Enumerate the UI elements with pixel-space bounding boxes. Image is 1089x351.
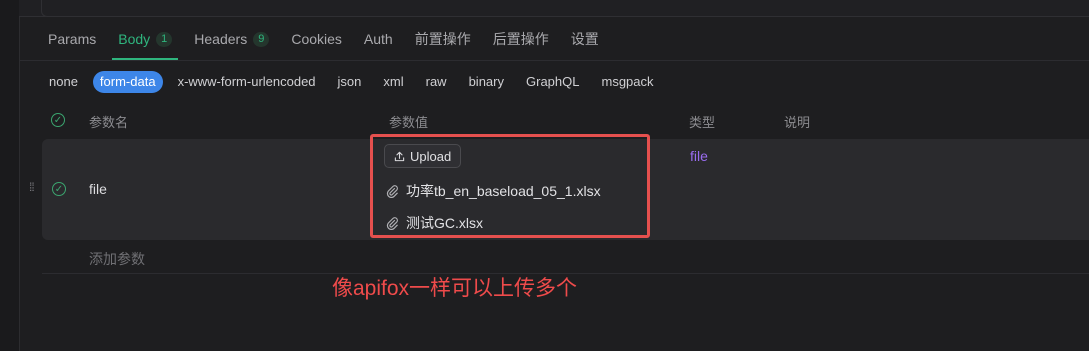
count-badge: 9	[253, 31, 270, 47]
tab-auth[interactable]: Auth	[364, 18, 393, 60]
tab-label: 前置操作	[414, 31, 471, 47]
tab-label: Params	[48, 31, 97, 47]
body-type-xml[interactable]: xml	[376, 71, 410, 93]
tab-params[interactable]: Params	[48, 18, 96, 60]
param-type-select[interactable]: file	[690, 148, 708, 164]
file-name: 测试GC.xlsx	[406, 215, 483, 231]
file-name: 功率tb_en_baseload_05_1.xlsx	[406, 183, 601, 199]
body-type-form-data[interactable]: form-data	[92, 71, 163, 93]
drag-handle-icon[interactable]: ⁞⁞	[29, 181, 35, 193]
tab-pre-request[interactable]: 前置操作	[415, 18, 471, 60]
tab-settings[interactable]: 设置	[571, 18, 599, 60]
upload-button-label: Upload	[410, 148, 452, 164]
tab-label: Cookies	[291, 31, 342, 47]
upload-icon	[394, 151, 405, 161]
body-type-selector: none form-data x-www-form-urlencoded jso…	[42, 71, 669, 93]
left-gutter	[0, 0, 20, 351]
table-row: ✓ file Upload 功率tb_en_baseload_05_1.xlsx…	[42, 139, 1089, 240]
count-badge: 1	[156, 31, 173, 47]
tab-body[interactable]: Body 1	[112, 18, 179, 60]
body-type-raw[interactable]: raw	[419, 71, 454, 93]
tab-post-request[interactable]: 后置操作	[493, 18, 549, 60]
body-type-binary[interactable]: binary	[462, 71, 511, 93]
uploaded-file-item[interactable]: 测试GC.xlsx	[386, 213, 483, 233]
column-header-name: 参数名	[89, 115, 129, 130]
tab-label: 后置操作	[492, 31, 549, 47]
column-header-description: 说明	[784, 115, 811, 130]
tab-label: 设置	[570, 31, 599, 47]
uploaded-file-item[interactable]: 功率tb_en_baseload_05_1.xlsx	[386, 181, 601, 201]
param-name-field[interactable]: file	[89, 181, 107, 197]
column-header-value: 参数值	[389, 115, 429, 130]
url-bar-area	[19, 0, 1089, 17]
column-header-type: 类型	[689, 115, 716, 130]
param-value-cell: Upload 功率tb_en_baseload_05_1.xlsx 测试GC.x…	[384, 143, 650, 237]
body-type-graphql[interactable]: GraphQL	[519, 71, 586, 93]
params-table-header: ✓ 参数名 参数值 类型 说明	[42, 103, 1089, 137]
request-tabs: Params Body 1 Headers 9 Cookies Auth 前置操作 …	[48, 18, 621, 60]
body-type-json[interactable]: json	[331, 71, 369, 93]
add-param-row[interactable]: 添加参数	[89, 249, 145, 269]
tab-label: Auth	[363, 31, 393, 47]
select-all-checkbox[interactable]: ✓	[51, 113, 65, 127]
tab-headers[interactable]: Headers 9	[194, 18, 270, 60]
body-type-urlencoded[interactable]: x-www-form-urlencoded	[171, 71, 323, 93]
paperclip-icon	[386, 217, 398, 230]
upload-button[interactable]: Upload	[384, 144, 462, 168]
row-enable-checkbox[interactable]: ✓	[52, 182, 66, 196]
annotation-text: 像apifox一样可以上传多个	[332, 277, 578, 300]
tabs-divider	[19, 60, 1089, 61]
tab-label: Headers	[194, 31, 248, 47]
body-type-none[interactable]: none	[42, 71, 85, 93]
tab-label: Body	[118, 31, 151, 47]
paperclip-icon	[386, 185, 398, 198]
tab-cookies[interactable]: Cookies	[291, 18, 342, 60]
body-type-msgpack[interactable]: msgpack	[594, 71, 660, 93]
